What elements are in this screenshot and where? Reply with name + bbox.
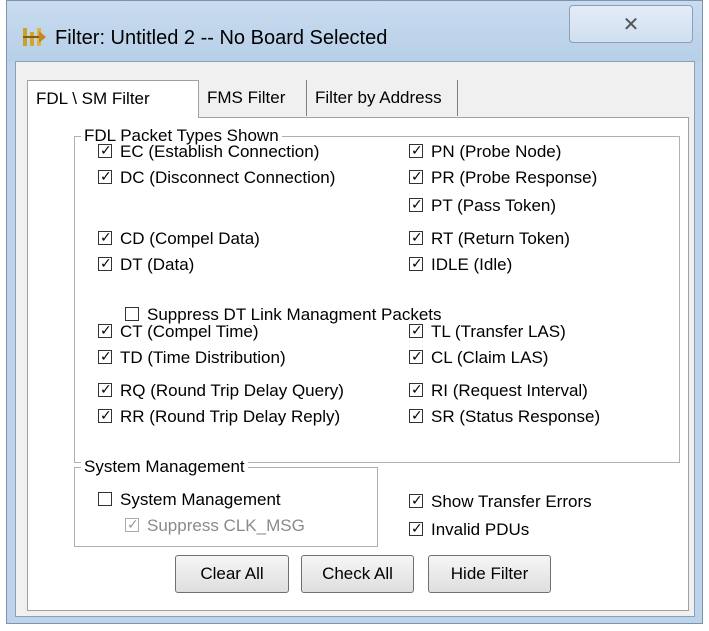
checkbox-box[interactable]: ✓ (409, 407, 423, 423)
check-icon: ✓ (411, 407, 423, 423)
checkbox-label: DT (Data) (120, 255, 195, 274)
checkbox-label: DC (Disconnect Connection) (120, 168, 336, 187)
checkbox-label: RQ (Round Trip Delay Query) (120, 381, 344, 400)
checkbox-box[interactable]: ✓ (98, 322, 112, 338)
check-icon: ✓ (100, 229, 112, 245)
checkbox-label: SR (Status Response) (431, 407, 601, 426)
checkbox-label: PT (Pass Token) (431, 196, 557, 215)
hide-filter-button[interactable]: Hide Filter (428, 555, 551, 593)
title-bar[interactable]: Filter: Untitled 2 -- No Board Selected … (7, 1, 702, 61)
checkbox-box[interactable]: ✓ (98, 381, 112, 397)
check-icon: ✓ (100, 407, 112, 423)
check-icon: ✓ (411, 492, 423, 508)
filter-icon (23, 28, 46, 46)
check-icon: ✓ (100, 255, 112, 271)
check-icon: ✓ (100, 168, 112, 184)
check-icon: ✓ (100, 142, 112, 158)
dialog-body: FDL \ SM Filter FMS Filter Filter by Add… (15, 61, 695, 617)
checkbox-label: RI (Request Interval) (431, 381, 588, 400)
checkbox-box[interactable] (125, 307, 139, 321)
checkbox-box[interactable]: ✓ (98, 229, 112, 245)
window-title: Filter: Untitled 2 -- No Board Selected (55, 27, 388, 49)
check-icon: ✓ (411, 142, 423, 158)
checkbox-label: Invalid PDUs (431, 520, 530, 539)
checkbox-box[interactable]: ✓ (409, 492, 423, 508)
close-button[interactable]: ✕ (569, 5, 693, 43)
checkbox-label: PN (Probe Node) (431, 142, 562, 161)
checkbox-box[interactable]: ✓ (409, 322, 423, 338)
tab-fms-filter[interactable]: FMS Filter (203, 80, 307, 116)
checkbox-box[interactable]: ✓ (409, 255, 423, 271)
checkbox-box[interactable]: ✓ (98, 142, 112, 158)
check-icon: ✓ (411, 520, 423, 536)
check-icon: ✓ (411, 255, 423, 271)
checkbox-label: EC (Establish Connection) (120, 142, 320, 161)
checkbox-label: CT (Compel Time) (120, 322, 259, 341)
check-icon: ✓ (100, 348, 112, 364)
checkbox-label: RR (Round Trip Delay Reply) (120, 407, 341, 426)
checkbox-label: System Management (120, 490, 281, 509)
check-icon: ✓ (100, 322, 112, 338)
checkbox-label: TD (Time Distribution) (120, 348, 286, 367)
check-icon: ✓ (411, 322, 423, 338)
checkbox-box[interactable]: ✓ (409, 168, 423, 184)
close-icon: ✕ (622, 14, 640, 36)
checkbox-label: IDLE (Idle) (431, 255, 513, 274)
checkbox-box[interactable]: ✓ (409, 142, 423, 158)
tab-filter-by-address[interactable]: Filter by Address (311, 80, 458, 116)
check-all-button[interactable]: Check All (301, 555, 414, 593)
checkbox-box[interactable]: ✓ (125, 516, 139, 532)
check-icon: ✓ (411, 196, 423, 212)
checkbox-label: RT (Return Token) (431, 229, 570, 248)
checkbox-box[interactable]: ✓ (409, 229, 423, 245)
check-icon: ✓ (411, 168, 423, 184)
checkbox-box[interactable]: ✓ (409, 196, 423, 212)
checkbox-box[interactable]: ✓ (98, 168, 112, 184)
clear-all-button[interactable]: Clear All (175, 555, 289, 593)
checkbox-label: Suppress CLK_MSG (147, 516, 305, 535)
check-icon: ✓ (411, 229, 423, 245)
checkbox-box[interactable]: ✓ (98, 348, 112, 364)
checkbox-box[interactable]: ✓ (409, 520, 423, 536)
checkbox-box[interactable]: ✓ (98, 255, 112, 271)
checkbox-label: Show Transfer Errors (431, 492, 592, 511)
checkbox-box[interactable]: ✓ (98, 407, 112, 423)
fdl-sm-filter-panel: FDL Packet Types Shown Suppress DT Link … (27, 117, 689, 611)
checkbox-label: CL (Claim LAS) (431, 348, 549, 367)
check-icon: ✓ (411, 348, 423, 364)
checkbox-label: TL (Transfer LAS) (431, 322, 566, 341)
checkbox-label: PR (Probe Response) (431, 168, 598, 187)
tab-fdl-sm-filter[interactable]: FDL \ SM Filter (27, 80, 199, 118)
checkbox-label: CD (Compel Data) (120, 229, 260, 248)
check-icon: ✓ (100, 381, 112, 397)
sm-group-title: System Management (81, 457, 248, 477)
check-icon: ✓ (127, 516, 139, 532)
checkbox-box[interactable]: ✓ (409, 381, 423, 397)
checkbox-box[interactable]: ✓ (409, 348, 423, 364)
check-icon: ✓ (411, 381, 423, 397)
filter-window: Filter: Untitled 2 -- No Board Selected … (6, 0, 703, 624)
checkbox-box[interactable] (98, 492, 112, 506)
